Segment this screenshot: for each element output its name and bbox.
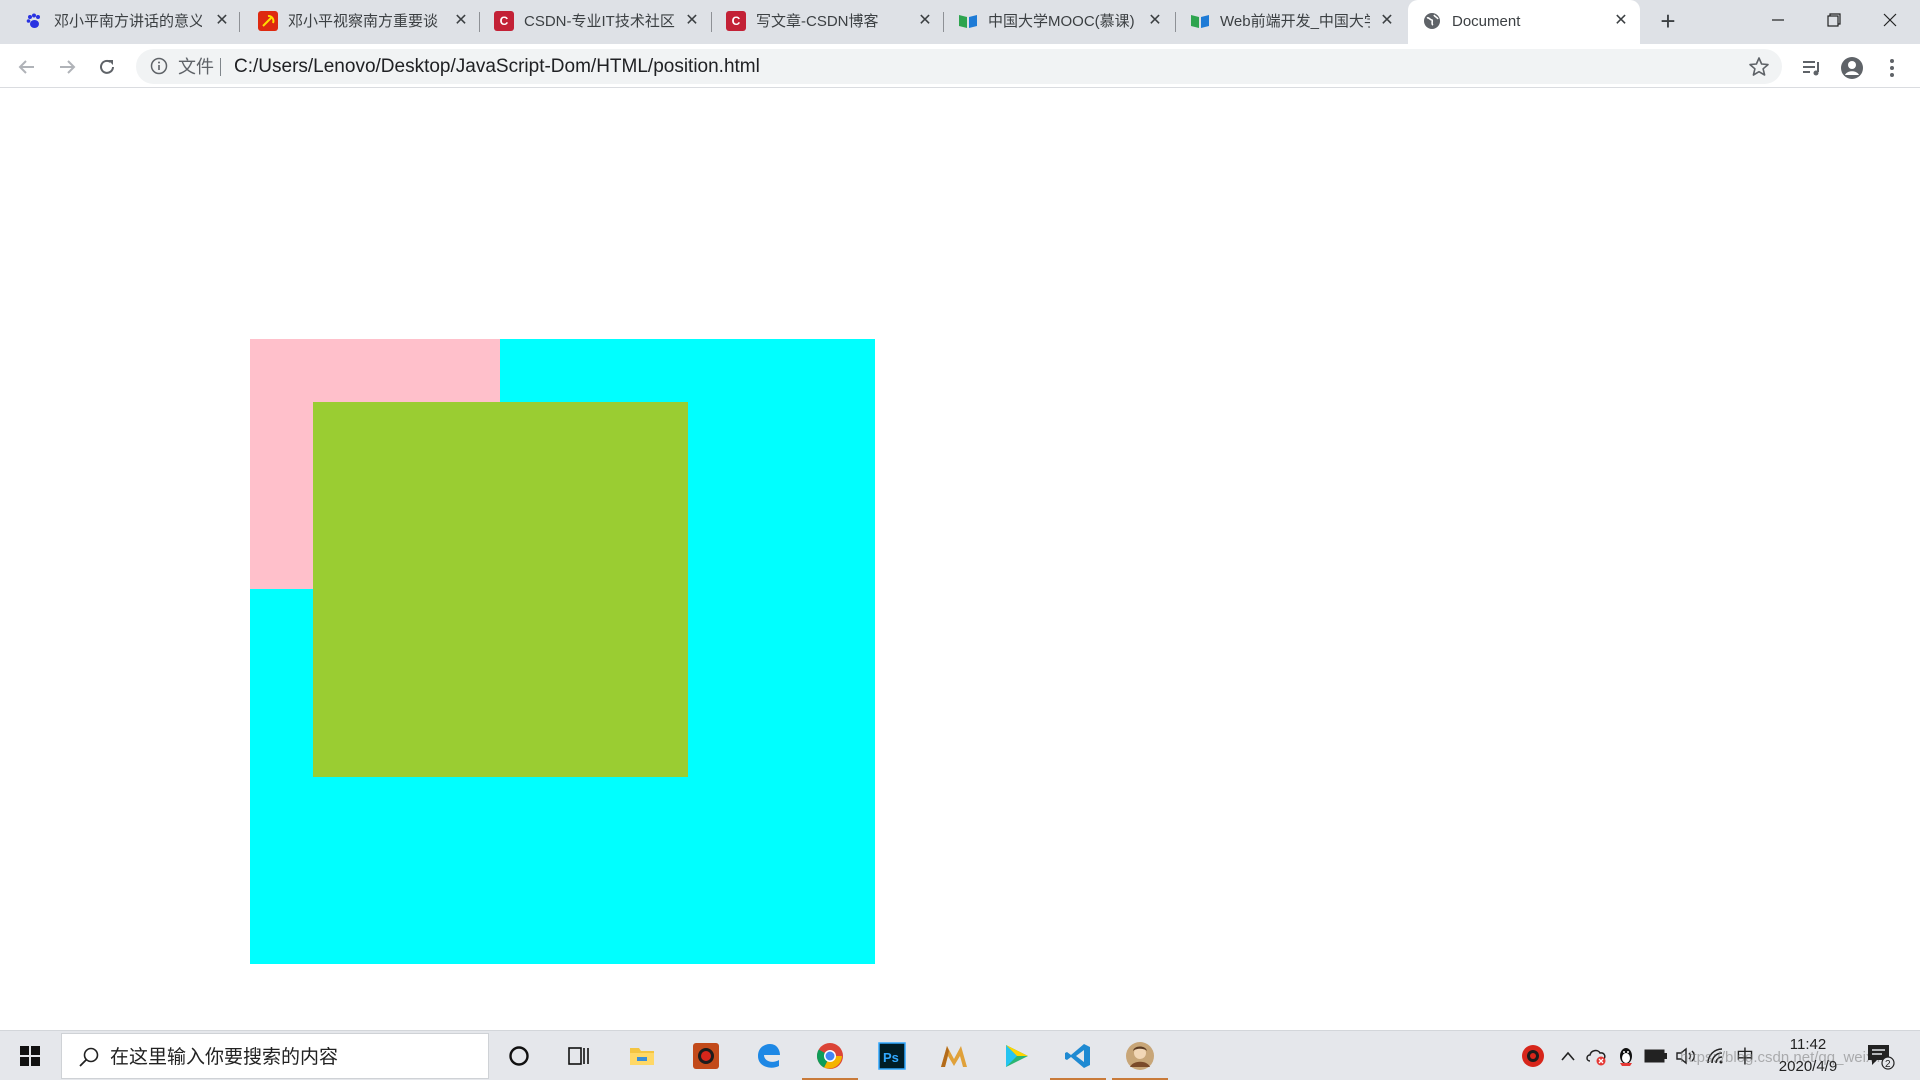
avatar-app-icon[interactable] <box>1110 1031 1170 1080</box>
windows-start-icon[interactable] <box>0 1031 60 1080</box>
close-window-button[interactable] <box>1862 0 1918 40</box>
menu-kebab-icon[interactable] <box>1880 56 1904 80</box>
tab-title: 邓小平视察南方重要谈 <box>288 13 438 30</box>
party-emblem-icon <box>258 11 278 31</box>
tab-separator <box>239 12 240 32</box>
taskbar-search-box[interactable]: 在这里输入你要搜索的内容 <box>61 1033 489 1079</box>
tab-2[interactable]: 邓小平视察南方重要谈 ✕ <box>244 0 480 44</box>
new-tab-button[interactable]: + <box>1654 8 1682 36</box>
chevron-up-icon[interactable] <box>1555 1044 1581 1068</box>
wps-icon[interactable] <box>676 1031 736 1080</box>
close-tab-icon[interactable]: ✕ <box>1377 11 1397 31</box>
tab-6[interactable]: Web前端开发_中国大学 ✕ <box>1176 0 1408 44</box>
tab-5[interactable]: 中国大学MOOC(慕课) ✕ <box>944 0 1176 44</box>
video-player-icon[interactable] <box>986 1031 1046 1080</box>
globe-icon <box>1422 11 1442 31</box>
wps-tray-icon[interactable] <box>1520 1044 1546 1068</box>
mooc-book-icon <box>1190 11 1210 31</box>
forward-arrow-icon[interactable] <box>52 52 82 82</box>
tab-1[interactable]: 邓小平南方讲话的意义 ✕ <box>0 0 240 44</box>
bookmark-star-icon[interactable] <box>1748 56 1770 78</box>
tab-strip: 邓小平南方讲话的意义 ✕ 邓小平视察南方重要谈 ✕ C CSDN-专业IT技术社… <box>0 0 1920 44</box>
vscode-icon[interactable] <box>1048 1031 1108 1080</box>
close-tab-icon[interactable]: ✕ <box>212 11 232 31</box>
close-tab-icon[interactable]: ✕ <box>682 11 702 31</box>
csdn-icon: C <box>726 11 746 31</box>
clock[interactable]: 11:42 2020/4/9 <box>1764 1034 1852 1078</box>
maya-icon[interactable] <box>924 1031 984 1080</box>
ps-label: Ps <box>883 1050 899 1065</box>
close-tab-icon[interactable]: ✕ <box>1611 11 1631 31</box>
clock-date: 2020/4/9 <box>1778 1058 1838 1075</box>
tab-title: 中国大学MOOC(慕课) <box>988 13 1135 30</box>
tab-title: 邓小平南方讲话的意义 <box>54 13 202 30</box>
minimize-button[interactable] <box>1750 0 1806 40</box>
browser-toolbar: 文件 C:/Users/Lenovo/Desktop/JavaScript-Do… <box>0 44 1920 88</box>
media-playlist-icon[interactable] <box>1800 56 1824 80</box>
info-icon[interactable] <box>150 57 168 75</box>
green-box <box>313 402 688 777</box>
mooc-book-icon <box>958 11 978 31</box>
close-tab-icon[interactable]: ✕ <box>915 11 935 31</box>
windows-taskbar: 在这里输入你要搜索的内容 Ps 中 https://blog.csdn.net/… <box>0 1030 1920 1080</box>
task-view-icon[interactable] <box>549 1031 609 1080</box>
back-arrow-icon[interactable] <box>12 52 42 82</box>
screen: 邓小平南方讲话的意义 ✕ 邓小平视察南方重要谈 ✕ C CSDN-专业IT技术社… <box>0 0 1920 1080</box>
tab-title: 写文章-CSDN博客 <box>756 13 879 30</box>
page-content <box>0 89 1920 1030</box>
omnibox-divider <box>220 58 221 76</box>
baidu-paw-icon <box>24 11 44 31</box>
tab-document-active[interactable]: Document ✕ <box>1408 0 1640 44</box>
file-scheme-label: 文件 <box>178 57 214 77</box>
tab-4[interactable]: C 写文章-CSDN博客 ✕ <box>712 0 944 44</box>
address-bar[interactable]: 文件 C:/Users/Lenovo/Desktop/JavaScript-Do… <box>136 49 1782 84</box>
profile-avatar-icon[interactable] <box>1840 56 1864 80</box>
edge-icon[interactable] <box>738 1031 798 1080</box>
url-text[interactable]: C:/Users/Lenovo/Desktop/JavaScript-Dom/H… <box>234 56 760 78</box>
cloud-sync-error-icon[interactable] <box>1584 1044 1610 1068</box>
file-explorer-icon[interactable] <box>612 1031 672 1080</box>
tab-3[interactable]: C CSDN-专业IT技术社区 ✕ <box>480 0 712 44</box>
cortana-icon[interactable] <box>489 1031 549 1080</box>
notification-count: 2 <box>1885 1059 1891 1070</box>
photoshop-icon[interactable]: Ps <box>862 1031 922 1080</box>
tab-title: Web前端开发_中国大学 <box>1220 13 1370 30</box>
search-icon <box>78 1046 100 1068</box>
restore-button[interactable] <box>1806 0 1862 40</box>
search-placeholder: 在这里输入你要搜索的内容 <box>110 1047 339 1068</box>
close-tab-icon[interactable]: ✕ <box>1145 11 1165 31</box>
chrome-icon[interactable] <box>800 1031 860 1080</box>
tab-title: Document <box>1452 13 1521 30</box>
qq-penguin-icon[interactable] <box>1613 1044 1639 1068</box>
battery-icon[interactable] <box>1643 1044 1669 1068</box>
notification-center-icon[interactable]: 2 <box>1865 1041 1895 1071</box>
tab-title: CSDN-专业IT技术社区 <box>524 13 675 30</box>
csdn-icon: C <box>494 11 514 31</box>
reload-icon[interactable] <box>92 52 122 82</box>
close-tab-icon[interactable]: ✕ <box>451 11 471 31</box>
clock-time: 11:42 <box>1789 1036 1827 1053</box>
